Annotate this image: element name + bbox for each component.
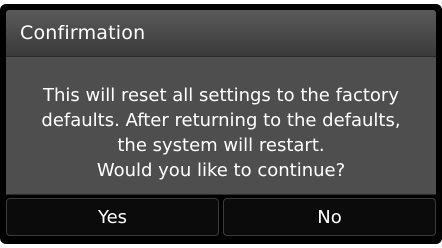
message-line-2: defaults. After returning to the default… [41, 110, 401, 131]
confirmation-dialog: Confirmation This will reset all setting… [0, 4, 442, 244]
dialog-message: This will reset all settings to the fact… [6, 83, 436, 183]
yes-button-label: Yes [97, 206, 128, 228]
yes-button[interactable]: Yes [6, 198, 219, 236]
dialog-title: Confirmation [20, 22, 146, 44]
dialog-body: This will reset all settings to the fact… [6, 57, 436, 195]
no-button-label: No [317, 206, 342, 228]
message-line-3: the system will restart. [117, 135, 325, 156]
message-line-1: This will reset all settings to the fact… [43, 85, 399, 106]
no-button[interactable]: No [223, 198, 436, 236]
dialog-buttons: Yes No [6, 198, 436, 236]
message-line-4: Would you like to continue? [96, 160, 346, 181]
dialog-title-bar: Confirmation [6, 10, 436, 57]
